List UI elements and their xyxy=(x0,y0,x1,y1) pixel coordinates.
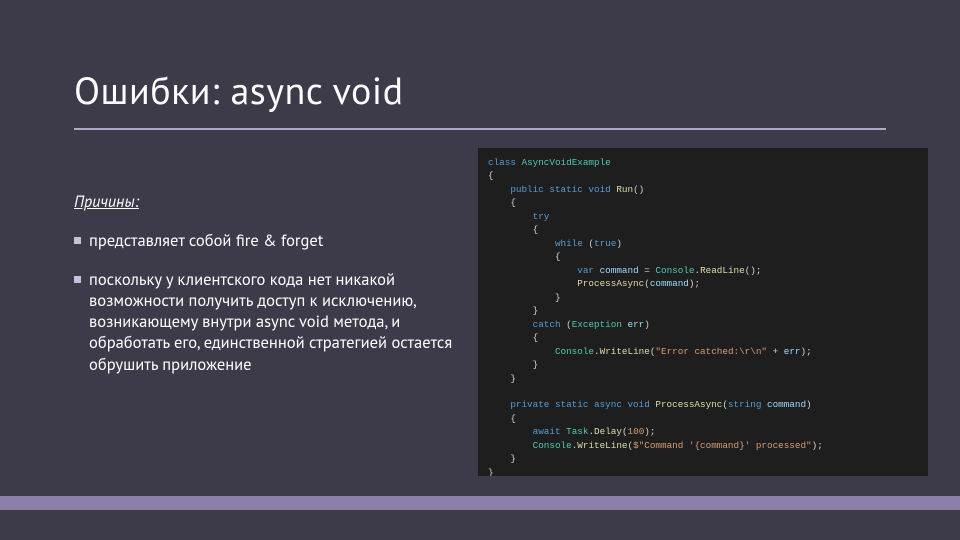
code-token: } xyxy=(488,305,538,316)
code-token: err xyxy=(784,346,801,357)
code-token: ); xyxy=(801,346,812,357)
title-underline xyxy=(74,128,886,130)
code-token: WriteLine xyxy=(577,440,627,451)
code-token: private static async void xyxy=(488,399,650,410)
code-token: } xyxy=(488,373,516,384)
code-token: Console xyxy=(488,346,594,357)
code-token: Console xyxy=(655,265,694,276)
code-token: var xyxy=(488,265,594,276)
code-token: { xyxy=(488,170,494,181)
reasons-heading: Причины: xyxy=(74,192,464,212)
footer-accent-bar xyxy=(0,496,960,510)
code-token: AsyncVoidExample xyxy=(516,157,611,168)
code-token: } xyxy=(488,359,538,370)
code-token: while xyxy=(488,238,583,249)
bullet-text: представляет собой fire & forget xyxy=(89,230,464,251)
code-token: + xyxy=(767,346,784,357)
code-token: () xyxy=(633,184,644,195)
code-token: ) xyxy=(616,238,622,249)
code-token: err xyxy=(622,319,644,330)
code-block: class AsyncVoidExample { public static v… xyxy=(478,148,928,476)
code-token: WriteLine xyxy=(600,346,650,357)
code-token: try xyxy=(488,211,549,222)
code-token: string xyxy=(728,399,761,410)
content-left: Причины: представляет собой fire & forge… xyxy=(74,192,464,393)
bullet-icon xyxy=(74,276,81,283)
code-token: Console xyxy=(488,440,572,451)
code-token: { xyxy=(488,413,516,424)
code-token: ); xyxy=(644,426,655,437)
code-token: } xyxy=(488,467,494,476)
bullet-item: поскольку у клиентского кода нет никакой… xyxy=(74,269,464,375)
code-token: { xyxy=(488,197,516,208)
code-token: ( xyxy=(561,319,572,330)
code-token: $"Command '{command}' processed" xyxy=(633,440,812,451)
code-token: ); xyxy=(689,278,700,289)
code-token: ) xyxy=(644,319,650,330)
code-token: { xyxy=(488,251,561,262)
code-token: Delay xyxy=(594,426,622,437)
code-token: Run xyxy=(611,184,633,195)
code-token: ); xyxy=(812,440,823,451)
bullet-item: представляет собой fire & forget xyxy=(74,230,464,251)
code-token: { xyxy=(488,332,538,343)
code-token: { xyxy=(488,224,538,235)
code-token: ProcessAsync xyxy=(488,278,644,289)
code-token: catch xyxy=(488,319,561,330)
code-token: await xyxy=(488,426,561,437)
code-token: ProcessAsync xyxy=(650,399,723,410)
code-token: } xyxy=(488,453,516,464)
code-token: command xyxy=(761,399,806,410)
code-token: "Error catched:\r\n" xyxy=(655,346,767,357)
slide-title: Ошибки: async void xyxy=(74,66,404,115)
code-token: ) xyxy=(806,399,812,410)
code-token: Exception xyxy=(572,319,622,330)
code-token: command xyxy=(650,278,689,289)
code-token: public static void xyxy=(488,184,611,195)
code-token: true xyxy=(594,238,616,249)
code-token: } xyxy=(488,292,561,303)
code-token: command xyxy=(594,265,639,276)
code-token: (); xyxy=(745,265,762,276)
code-token: ( xyxy=(583,238,594,249)
bullet-text: поскольку у клиентского кода нет никакой… xyxy=(89,269,464,375)
bullet-icon xyxy=(74,237,81,244)
code-token: 100 xyxy=(628,426,645,437)
code-token: ReadLine xyxy=(700,265,745,276)
code-token: = xyxy=(639,265,656,276)
code-token: class xyxy=(488,157,516,168)
code-token: Task xyxy=(561,426,589,437)
slide: Ошибки: async void Причины: представляет… xyxy=(0,0,960,540)
